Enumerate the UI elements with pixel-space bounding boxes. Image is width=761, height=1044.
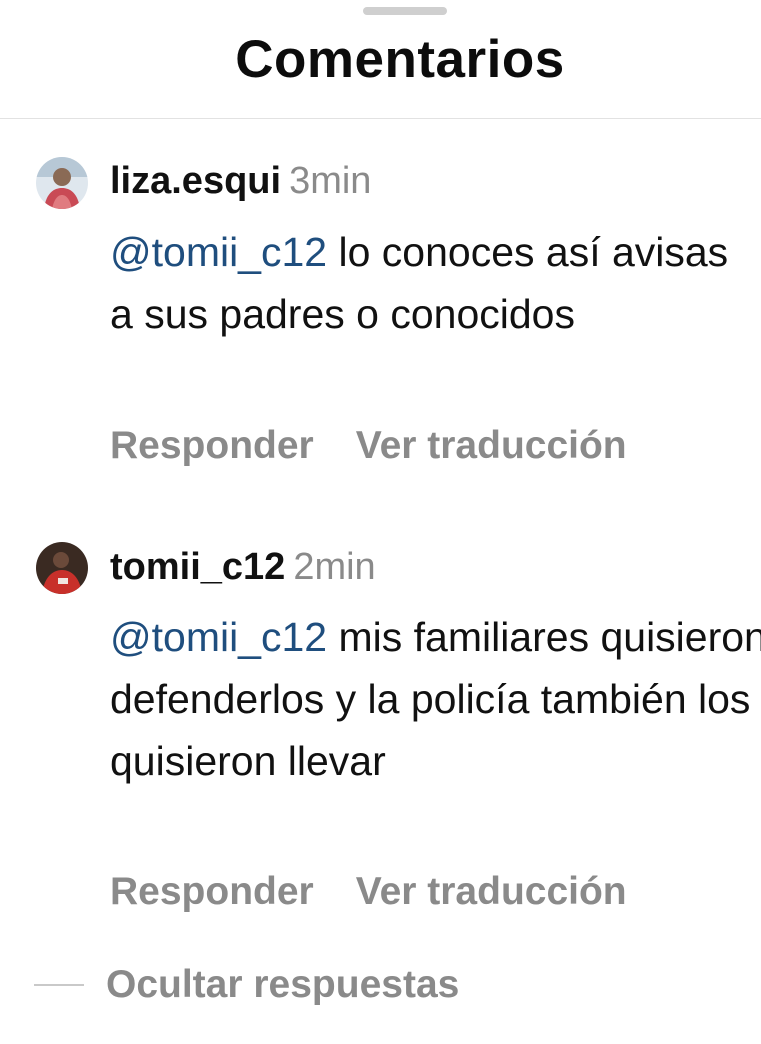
comment-actions: Responder Ver traducción: [110, 870, 627, 914]
reply-button[interactable]: Responder: [110, 870, 314, 914]
profile-photo-icon: [36, 542, 88, 594]
hide-replies-label: Ocultar respuestas: [106, 963, 460, 1006]
sheet-grabber-handle[interactable]: [363, 7, 447, 15]
sheet-title: Comentarios: [235, 30, 565, 89]
comment-username[interactable]: liza.esqui: [110, 160, 281, 202]
header-divider: [0, 118, 761, 119]
mention-link[interactable]: @tomii_c12: [110, 614, 327, 660]
replies-thread-line: [34, 984, 84, 986]
reply-button[interactable]: Responder: [110, 424, 314, 468]
hide-replies-button[interactable]: Ocultar respuestas: [0, 962, 761, 1008]
see-translation-button[interactable]: Ver traducción: [356, 870, 627, 914]
comment-username[interactable]: tomii_c12: [110, 546, 285, 588]
avatar[interactable]: [36, 542, 88, 594]
comment-meta: tomii_c12 2min: [110, 545, 376, 589]
mention-link[interactable]: @tomii_c12: [110, 229, 327, 275]
see-translation-button[interactable]: Ver traducción: [356, 424, 627, 468]
comment-timestamp: 3min: [289, 160, 372, 202]
comment-body: @tomii_c12 lo conoces así avisas a sus p…: [110, 221, 750, 345]
comment-actions: Responder Ver traducción: [110, 424, 627, 468]
profile-photo-icon: [36, 157, 88, 209]
comment-timestamp: 2min: [293, 546, 376, 588]
comment-body: @tomii_c12 mis familiares quisieron defe…: [110, 606, 761, 792]
comment-meta: liza.esqui 3min: [110, 159, 371, 203]
avatar[interactable]: [36, 157, 88, 209]
